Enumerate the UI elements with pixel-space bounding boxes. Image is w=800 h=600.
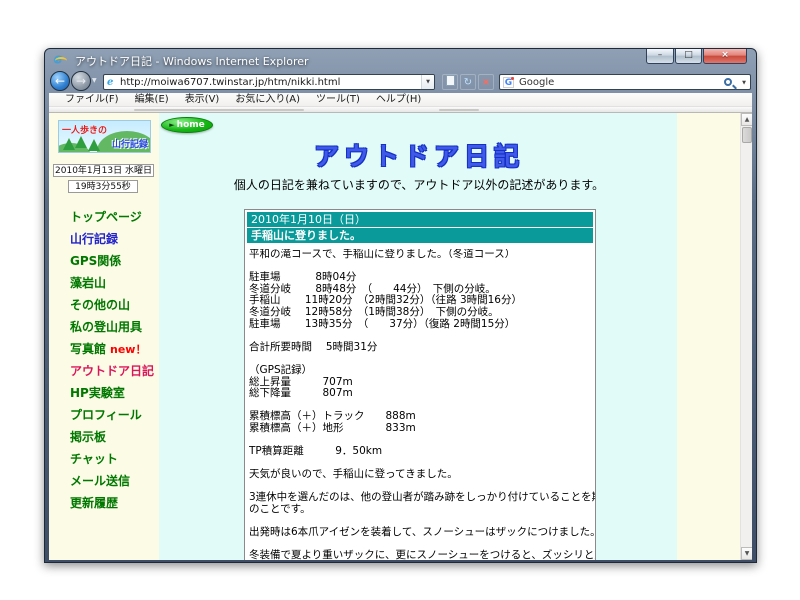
sidebar-item-label: 写真館 — [70, 342, 106, 356]
browser-window: e アウトドア日記 - Windows Internet Explorer – … — [44, 48, 757, 563]
address-bar[interactable]: e http://moiwa6707.twinstar.jp/htm/nikki… — [103, 74, 435, 90]
google-favicon-icon: G — [503, 77, 514, 88]
sidebar-item-top-page[interactable]: トップページ — [49, 206, 159, 228]
page-icon — [446, 75, 455, 86]
new-badge: new！ — [110, 343, 146, 356]
sidebar-item-sanko-kiroku[interactable]: 山行記録 — [49, 228, 159, 250]
title-bar: e アウトドア日記 - Windows Internet Explorer – … — [45, 49, 756, 71]
maximize-button[interactable]: □ — [675, 49, 702, 64]
entry-date-header: 2010年1月10日（日） — [247, 212, 593, 227]
history-dropdown-icon[interactable]: ▼ — [92, 77, 97, 84]
command-bar-buttons — [439, 109, 479, 111]
navigation-bar: ← → ▼ e http://moiwa6707.twinstar.jp/htm… — [45, 71, 756, 93]
page-title: アウトドア日記 — [159, 137, 679, 173]
back-button[interactable]: ← — [50, 71, 70, 91]
scroll-up-icon[interactable]: ▲ — [741, 113, 752, 126]
window-controls: – □ × — [645, 49, 747, 64]
command-bar-tab — [134, 109, 304, 111]
menu-file[interactable]: ファイル(F) — [57, 93, 127, 107]
address-dropdown-icon[interactable]: ▼ — [421, 75, 434, 89]
sidebar-menu: トップページ 山行記録 GPS関係 藻岩山 その他の山 私の登山用具 写真館 ne… — [49, 206, 159, 514]
scrollbar-thumb[interactable] — [742, 127, 752, 143]
sidebar-item-label: 藻岩山 — [70, 276, 106, 290]
scroll-down-icon[interactable]: ▼ — [741, 547, 752, 560]
sidebar-item-label: トップページ — [70, 210, 142, 224]
minimize-button[interactable]: – — [646, 49, 674, 64]
sidebar-item-moiwayama[interactable]: 藻岩山 — [49, 272, 159, 294]
home-button[interactable]: ►home — [161, 117, 213, 133]
menu-view[interactable]: 表示(V) — [177, 93, 228, 107]
close-button[interactable]: × — [703, 49, 747, 64]
date-display[interactable]: 2010年1月13日 水曜日 — [53, 164, 154, 177]
window-title: アウトドア日記 - Windows Internet Explorer — [75, 53, 309, 69]
sidebar-item-outdoor-diary[interactable]: アウトドア日記 — [49, 360, 159, 382]
sidebar-item-gps[interactable]: GPS関係 — [49, 250, 159, 272]
compatibility-view-button[interactable] — [442, 74, 458, 90]
logo-tree-icon — [75, 136, 87, 148]
page-favicon-icon: e — [107, 76, 113, 89]
forward-button[interactable]: → — [71, 71, 91, 91]
sidebar-item-label: チャット — [70, 452, 118, 466]
sidebar-item-mail[interactable]: メール送信 — [49, 470, 159, 492]
search-dropdown-icon[interactable]: ▼ — [742, 80, 746, 86]
sidebar-item-label: 私の登山用具 — [70, 320, 142, 334]
logo-tree-icon — [88, 139, 100, 151]
search-icon[interactable] — [724, 78, 732, 86]
sidebar-item-label: アウトドア日記 — [70, 364, 154, 378]
sidebar-item-gear[interactable]: 私の登山用具 — [49, 316, 159, 338]
sidebar-item-hp-lab[interactable]: HP実験室 — [49, 382, 159, 404]
logo-line2: 山行記録 — [112, 137, 148, 150]
sidebar: 一人歩きの 山行記録 2010年1月13日 水曜日 19時3分55秒 トップペー… — [49, 113, 159, 560]
search-box[interactable]: G Google ▼ — [499, 74, 751, 90]
address-url[interactable]: http://moiwa6707.twinstar.jp/htm/nikki.h… — [120, 77, 340, 88]
menu-favorites[interactable]: お気に入り(A) — [227, 93, 308, 107]
ie-logo-icon: e — [54, 52, 69, 67]
sidebar-item-label: その他の山 — [70, 298, 130, 312]
page-content: 一人歩きの 山行記録 2010年1月13日 水曜日 19時3分55秒 トップペー… — [49, 113, 752, 560]
sidebar-item-other-mountains[interactable]: その他の山 — [49, 294, 159, 316]
sidebar-item-label: 山行記録 — [70, 232, 118, 246]
home-button-label: home — [177, 120, 205, 130]
menu-bar: ファイル(F) 編集(E) 表示(V) お気に入り(A) ツール(T) ヘルプ(… — [49, 93, 752, 107]
sidebar-item-label: 掲示板 — [70, 430, 106, 444]
menu-help[interactable]: ヘルプ(H) — [368, 93, 429, 107]
logo-line1: 一人歩きの — [62, 123, 107, 136]
sidebar-item-label: 更新履歴 — [70, 496, 118, 510]
sidebar-item-label: GPS関係 — [70, 254, 121, 268]
diary-entry-box: 2010年1月10日（日） 手稲山に登りました。 平和の滝コースで、手稲山に登り… — [244, 209, 596, 560]
menu-edit[interactable]: 編集(E) — [127, 93, 177, 107]
menu-tools[interactable]: ツール(T) — [308, 93, 368, 107]
sidebar-item-photo-gallery[interactable]: 写真館 new！ — [49, 338, 159, 360]
entry-body-text: 平和の滝コースで、手稲山に登りました。（冬道コース） 駐車場 8時04分 冬道分… — [249, 249, 595, 560]
home-bullet-icon: ► — [169, 121, 174, 129]
logo-tree-icon — [63, 138, 75, 150]
page-subtitle: 個人の日記を兼ねていますので、アウトドア以外の記述があります。 — [159, 176, 679, 193]
sidebar-item-label: メール送信 — [70, 474, 130, 488]
search-input-value[interactable]: Google — [519, 77, 554, 88]
sidebar-item-label: HP実験室 — [70, 386, 125, 400]
site-logo[interactable]: 一人歩きの 山行記録 — [58, 120, 151, 153]
sidebar-item-chat[interactable]: チャット — [49, 448, 159, 470]
stop-button[interactable]: × — [478, 74, 494, 90]
refresh-button[interactable]: ↻ — [460, 74, 476, 90]
time-display[interactable]: 19時3分55秒 — [68, 180, 138, 193]
right-background-strip — [677, 113, 740, 560]
sidebar-item-update-history[interactable]: 更新履歴 — [49, 492, 159, 514]
desktop: e アウトドア日記 - Windows Internet Explorer – … — [0, 0, 800, 600]
main-frame: ►home アウトドア日記 個人の日記を兼ねていますので、アウトドア以外の記述が… — [159, 113, 740, 560]
client-area: ファイル(F) 編集(E) 表示(V) お気に入り(A) ツール(T) ヘルプ(… — [49, 93, 752, 560]
entry-title-header: 手稲山に登りました。 — [247, 228, 593, 243]
sidebar-item-bbs[interactable]: 掲示板 — [49, 426, 159, 448]
vertical-scrollbar[interactable]: ▲ ▼ — [740, 113, 752, 560]
sidebar-item-profile[interactable]: プロフィール — [49, 404, 159, 426]
sidebar-item-label: プロフィール — [70, 408, 142, 422]
